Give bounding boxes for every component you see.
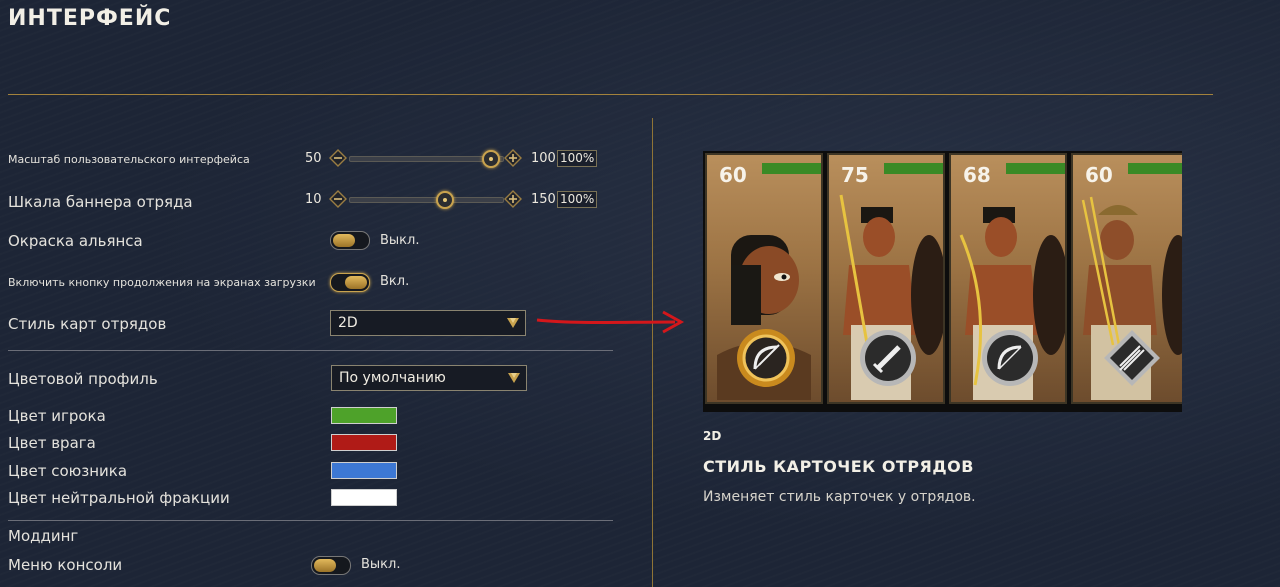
- continue-button-label: Включить кнопку продолжения на экранах з…: [8, 276, 316, 289]
- banner-scale-slider[interactable]: [349, 197, 504, 203]
- alliance-coloring-toggle[interactable]: [330, 231, 370, 250]
- console-menu-label: Меню консоли: [8, 556, 123, 574]
- section-divider: [8, 520, 613, 521]
- card-style-value: 2D: [338, 315, 358, 331]
- ally-color-label: Цвет союзника: [8, 462, 128, 480]
- unit-card: 75: [827, 153, 945, 404]
- health-bar: [884, 163, 943, 174]
- card-style-dropdown[interactable]: 2D: [330, 310, 526, 336]
- annotation-arrow-icon: [536, 310, 685, 334]
- health-bar: [1128, 163, 1182, 174]
- banner-scale-slider-knob[interactable]: [436, 191, 454, 209]
- panel-divider: [652, 118, 653, 587]
- ally-color-swatch[interactable]: [331, 462, 397, 479]
- plus-icon[interactable]: [504, 190, 522, 208]
- preview-description: Изменяет стиль карточек у отрядов.: [703, 489, 976, 505]
- alliance-coloring-label: Окраска альянса: [8, 232, 143, 250]
- continue-button-state: Вкл.: [380, 274, 410, 289]
- page-title: ИНТЕРФЕЙС: [8, 6, 172, 31]
- ui-scale-slider[interactable]: [349, 156, 504, 162]
- bow-icon: [982, 330, 1038, 386]
- ui-scale-label: Масштаб пользовательского интерфейса: [8, 153, 250, 166]
- header-divider: [8, 94, 1213, 95]
- unit-card: 60: [705, 153, 823, 404]
- card-style-label: Стиль карт отрядов: [8, 315, 167, 333]
- color-profile-label: Цветовой профиль: [8, 370, 158, 388]
- unit-cards-preview: 60 75 68 60: [703, 151, 1182, 412]
- enemy-color-label: Цвет врага: [8, 434, 96, 452]
- alliance-coloring-state: Выкл.: [380, 233, 420, 248]
- preview-title: СТИЛЬ КАРТОЧЕК ОТРЯДОВ: [703, 457, 974, 476]
- console-menu-toggle[interactable]: [311, 556, 351, 575]
- banner-scale-min: 10: [305, 192, 322, 207]
- unit-card-number: 68: [963, 163, 991, 187]
- color-profile-value: По умолчанию: [339, 370, 446, 386]
- banner-scale-max: 150: [531, 192, 556, 207]
- continue-button-toggle[interactable]: [330, 273, 370, 292]
- chevron-down-icon: [508, 373, 520, 383]
- plus-icon[interactable]: [504, 149, 522, 167]
- unit-card-number: 75: [841, 163, 869, 187]
- section-divider: [8, 350, 613, 351]
- enemy-color-swatch[interactable]: [331, 434, 397, 451]
- player-color-swatch[interactable]: [331, 407, 397, 424]
- unit-card-number: 60: [719, 163, 747, 187]
- health-bar: [1006, 163, 1065, 174]
- preview-subtitle: 2D: [703, 429, 722, 443]
- ui-scale-max: 100: [531, 151, 556, 166]
- ui-scale-slider-knob[interactable]: [482, 150, 500, 168]
- chevron-down-icon: [507, 318, 519, 328]
- sword-icon: [860, 330, 916, 386]
- banner-scale-value[interactable]: 100%: [557, 191, 598, 208]
- ui-scale-min: 50: [305, 151, 322, 166]
- neutral-color-swatch[interactable]: [331, 489, 397, 506]
- unit-card-number: 60: [1085, 163, 1113, 187]
- player-color-label: Цвет игрока: [8, 407, 106, 425]
- unit-card: 60: [1071, 153, 1182, 404]
- ui-scale-value[interactable]: 100%: [557, 150, 598, 167]
- neutral-color-label: Цвет нейтральной фракции: [8, 489, 230, 507]
- bow-icon: [737, 329, 795, 387]
- health-bar: [762, 163, 821, 174]
- minus-icon[interactable]: [329, 149, 347, 167]
- unit-card: 68: [949, 153, 1067, 404]
- javelins-icon: [1104, 330, 1160, 386]
- minus-icon[interactable]: [329, 190, 347, 208]
- console-menu-state: Выкл.: [361, 557, 401, 572]
- color-profile-dropdown[interactable]: По умолчанию: [331, 365, 527, 391]
- banner-scale-label: Шкала баннера отряда: [8, 193, 193, 211]
- modding-heading: Моддинг: [8, 527, 79, 545]
